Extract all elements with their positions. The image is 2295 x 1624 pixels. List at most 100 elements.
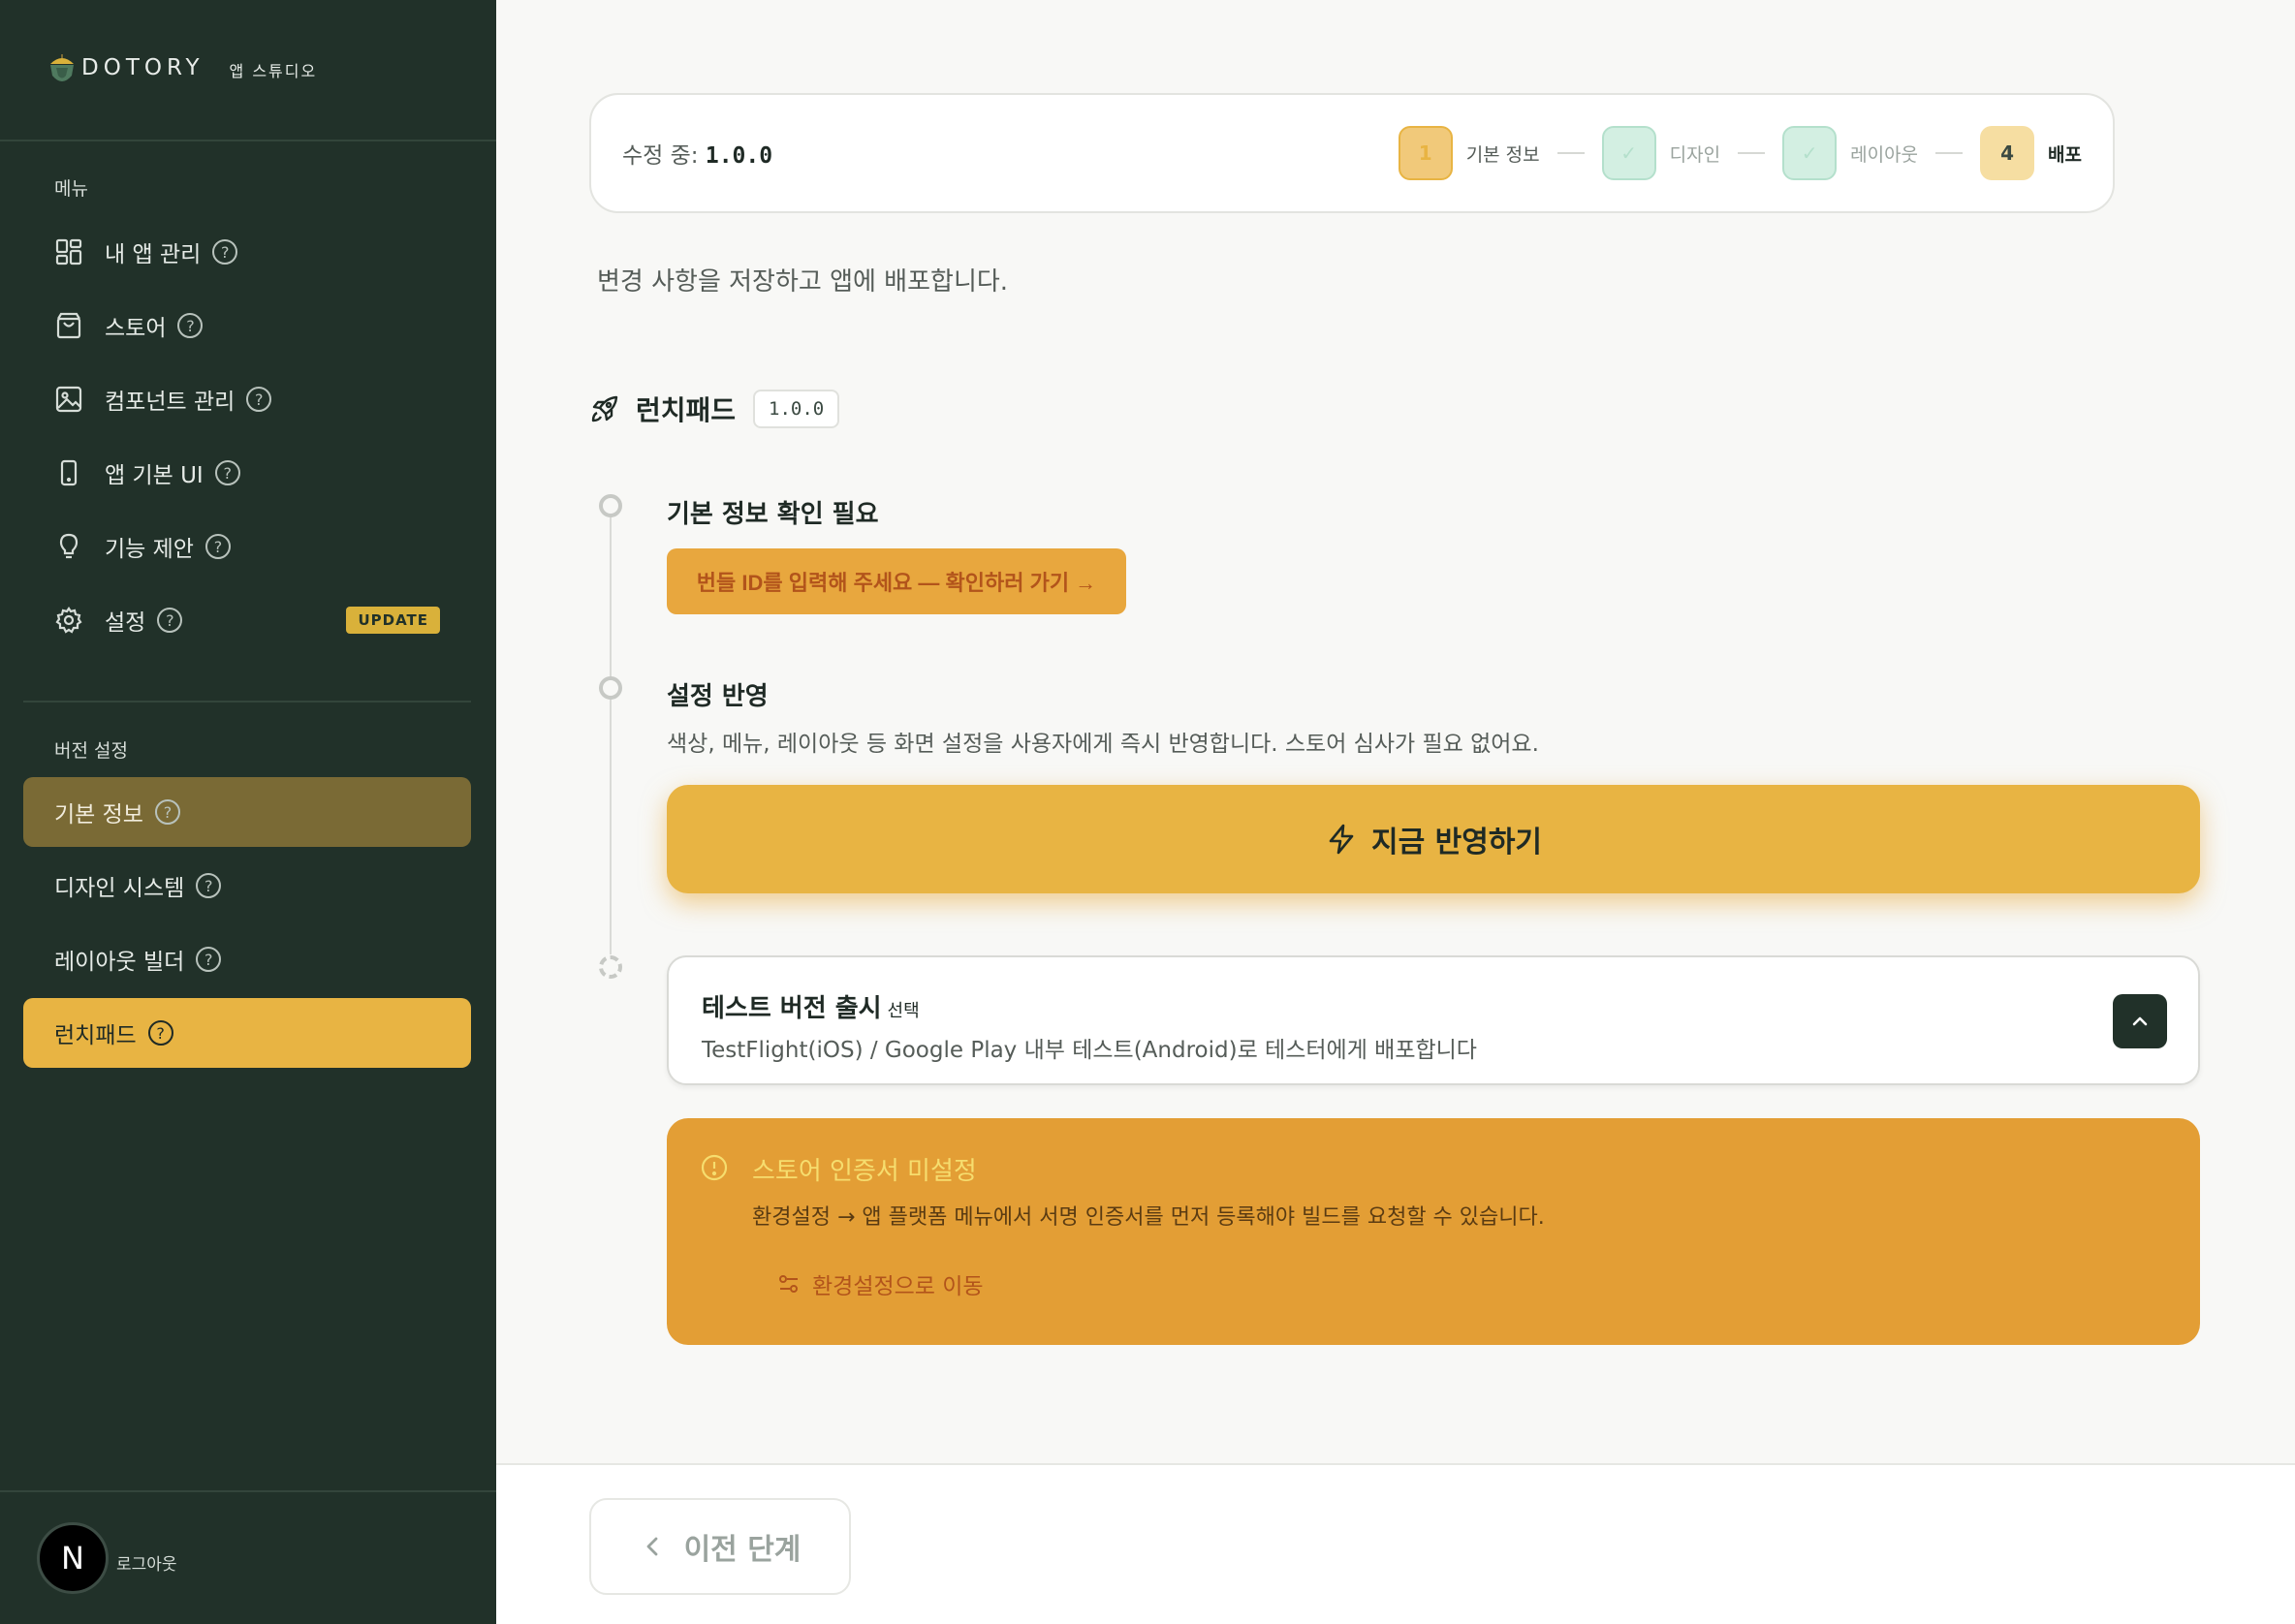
test-release-title: 테스트 버전 출시 선택 <box>702 988 920 1024</box>
optional-label: 선택 <box>887 1001 920 1021</box>
previous-step-label: 이전 단계 <box>683 1533 802 1567</box>
editing-version-number: 1.0.0 <box>705 143 773 169</box>
brand: DOTORY 앱 스튜디오 <box>0 0 496 141</box>
step-label: 기본 정보 <box>1465 143 1540 166</box>
test-release-title-text: 테스트 버전 출시 <box>702 994 882 1023</box>
version-pill: 1.0.0 <box>753 390 840 428</box>
timeline-dot <box>599 676 622 700</box>
step2-title: 설정 반영 <box>667 682 769 711</box>
editing-prefix: 수정 중: <box>622 143 706 169</box>
step-layout[interactable]: ✓ 레이아웃 <box>1782 126 1918 180</box>
test-release-card[interactable]: 테스트 버전 출시 선택 TestFlight(iOS) / Google Pla… <box>667 955 2200 1085</box>
certificate-alert: 스토어 인증서 미설정 환경설정 → 앱 플랫폼 메뉴에서 서명 인증서를 먼저… <box>667 1118 2200 1345</box>
version-item-label: 레이아웃 빌더 <box>54 950 185 975</box>
sidebar-item-settings[interactable]: 설정 ? UPDATE <box>0 583 496 657</box>
help-icon[interactable]: ? <box>246 387 272 412</box>
main-content: 수정 중: 1.0.0 1 기본 정보 ✓ 디자인 ✓ 레이아웃 4 배포 변경… <box>496 0 2295 1463</box>
sidebar-item-app-ui[interactable]: 앱 기본 UI ? <box>0 436 496 510</box>
help-icon[interactable]: ? <box>196 873 222 898</box>
step-deploy[interactable]: 4 배포 <box>1980 126 2082 180</box>
editing-version: 수정 중: 1.0.0 <box>622 137 772 170</box>
acorn-logo-icon <box>50 54 74 81</box>
sidebar-item-label: 스토어 <box>105 316 167 341</box>
step-basic-info[interactable]: 1 기본 정보 <box>1398 126 1540 180</box>
bolt-icon <box>1329 824 1354 855</box>
help-icon[interactable]: ? <box>154 799 180 825</box>
help-icon[interactable]: ? <box>204 534 231 559</box>
page-subtitle: 변경 사항을 저장하고 앱에 배포합니다. <box>597 267 1009 297</box>
alert-description: 환경설정 → 앱 플랫폼 메뉴에서 서명 인증서를 먼저 등록해야 빌드를 요청… <box>752 1205 1545 1230</box>
version-item-basic-info[interactable]: 기본 정보 ? <box>23 777 471 847</box>
chevron-left-icon <box>646 1537 657 1556</box>
sidebar-item-label: 앱 기본 UI <box>105 463 204 488</box>
help-icon[interactable]: ? <box>214 460 240 485</box>
logout-link[interactable]: 로그아웃 <box>116 1550 177 1575</box>
main-menu: 내 앱 관리 ? 스토어 ? 컴포넌트 관리 ? 앱 기본 UI ? 기능 제안… <box>0 215 496 657</box>
sidebar-divider <box>23 701 471 703</box>
help-icon[interactable]: ? <box>177 313 204 338</box>
bundle-id-warning-button[interactable]: 번들 ID를 입력해 주세요 — 확인하러 가기 → <box>667 548 1126 614</box>
alert-circle-icon <box>701 1154 728 1181</box>
grid-icon <box>55 238 82 265</box>
help-icon[interactable]: ? <box>147 1020 173 1046</box>
step-number: 4 <box>1980 126 2035 180</box>
step-separator <box>1556 152 1585 154</box>
help-icon[interactable]: ? <box>157 608 183 633</box>
version-item-label: 디자인 시스템 <box>54 876 185 901</box>
update-badge: UPDATE <box>346 607 440 634</box>
lightbulb-icon <box>59 533 79 559</box>
step-label: 디자인 <box>1669 143 1721 166</box>
avatar[interactable]: N <box>37 1522 109 1594</box>
collapse-button[interactable] <box>2113 994 2167 1048</box>
test-release-description: TestFlight(iOS) / Google Play 내부 테스트(And… <box>702 1038 1477 1063</box>
bag-icon <box>56 312 81 339</box>
menu-section-label: 메뉴 <box>54 178 88 200</box>
timeline-dot <box>599 494 622 517</box>
version-item-design-system[interactable]: 디자인 시스템 ? <box>23 851 471 921</box>
gear-icon <box>55 607 82 634</box>
wizard-steps: 1 기본 정보 ✓ 디자인 ✓ 레이아웃 4 배포 <box>1398 126 2082 180</box>
sidebar-item-label: 기능 제안 <box>105 537 194 562</box>
step-number: 1 <box>1398 126 1453 180</box>
sliders-icon <box>779 1275 798 1293</box>
version-item-label: 기본 정보 <box>54 802 143 828</box>
sidebar-item-store[interactable]: 스토어 ? <box>0 289 496 362</box>
go-to-settings-link[interactable]: 환경설정으로 이동 <box>777 1267 984 1300</box>
step1-title: 기본 정보 확인 필요 <box>667 500 879 529</box>
version-item-launchpad[interactable]: 런치패드 ? <box>23 998 471 1068</box>
step-design[interactable]: ✓ 디자인 <box>1601 126 1721 180</box>
apply-now-label: 지금 반영하기 <box>1370 826 1543 859</box>
sidebar-item-label: 설정 <box>105 610 146 636</box>
step2-description: 색상, 메뉴, 레이아웃 등 화면 설정을 사용자에게 즉시 반영합니다. 스토… <box>667 732 1539 757</box>
version-item-label: 런치패드 <box>54 1023 137 1048</box>
version-item-layout-builder[interactable]: 레이아웃 빌더 ? <box>23 924 471 994</box>
help-icon[interactable]: ? <box>212 239 238 265</box>
sidebar-item-my-apps[interactable]: 내 앱 관리 ? <box>0 215 496 289</box>
stepper-card: 수정 중: 1.0.0 1 기본 정보 ✓ 디자인 ✓ 레이아웃 4 배포 <box>589 93 2115 213</box>
help-icon[interactable]: ? <box>196 947 222 972</box>
rocket-icon <box>591 395 618 422</box>
timeline-line <box>610 514 612 954</box>
version-menu: 기본 정보 ? 디자인 시스템 ? 레이아웃 빌더 ? 런치패드 ? <box>23 777 471 1072</box>
previous-step-button[interactable]: 이전 단계 <box>589 1498 851 1595</box>
apply-now-button[interactable]: 지금 반영하기 <box>667 785 2200 893</box>
sidebar-item-label: 컴포넌트 관리 <box>105 390 236 415</box>
image-icon <box>55 386 82 413</box>
chevron-up-icon <box>2132 1016 2148 1026</box>
step-label: 레이아웃 <box>1850 143 1919 166</box>
sidebar-item-label: 내 앱 관리 <box>105 242 202 267</box>
sidebar-item-feature-request[interactable]: 기능 제안 ? <box>0 510 496 583</box>
sidebar: DOTORY 앱 스튜디오 메뉴 내 앱 관리 ? 스토어 ? 컴포넌트 관리 … <box>0 0 496 1624</box>
brand-subtitle: 앱 스튜디오 <box>229 62 318 80</box>
step-label: 배포 <box>2048 143 2082 166</box>
alert-title: 스토어 인증서 미설정 <box>752 1157 977 1186</box>
step-separator <box>1935 152 1964 154</box>
brand-name: DOTORY <box>81 55 204 80</box>
sidebar-footer: N 로그아웃 <box>0 1490 496 1624</box>
go-to-settings-label: 환경설정으로 이동 <box>812 1274 984 1299</box>
launchpad-header: 런치패드 1.0.0 <box>589 390 840 428</box>
step-separator <box>1738 152 1766 154</box>
sidebar-item-components[interactable]: 컴포넌트 관리 ? <box>0 362 496 436</box>
check-icon: ✓ <box>1601 126 1656 180</box>
phone-icon <box>60 459 78 486</box>
